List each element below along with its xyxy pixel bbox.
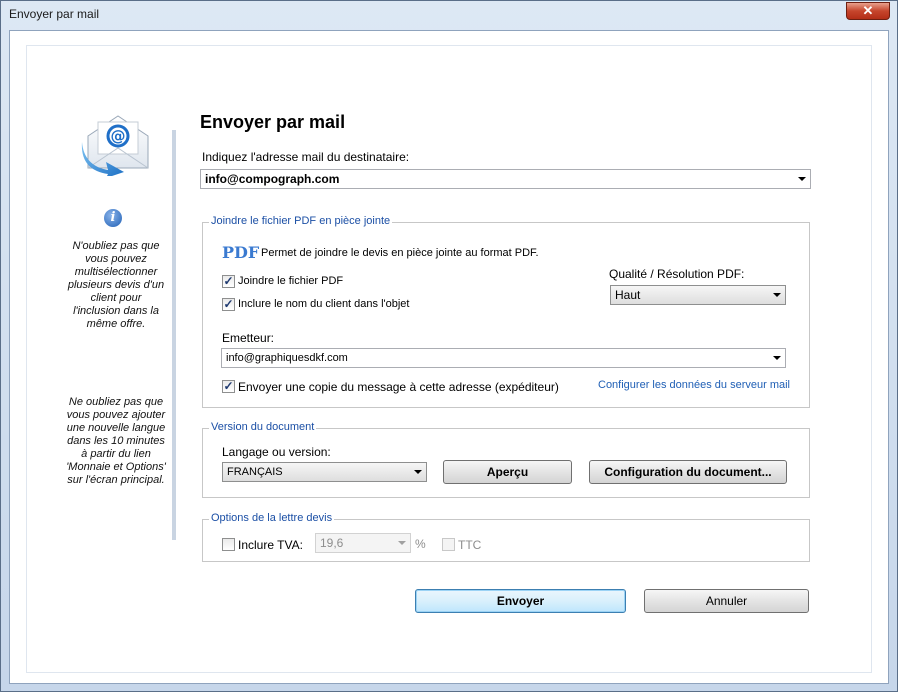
sidebar-divider: [172, 130, 176, 540]
chevron-down-icon[interactable]: [398, 541, 406, 545]
sender-combobox[interactable]: info@graphiquesdkf.com: [221, 348, 786, 368]
recipient-combobox[interactable]: info@compograph.com: [200, 169, 811, 189]
info-icon: i: [104, 209, 122, 227]
include-client-label: Inclure le nom du client dans l'objet: [238, 298, 410, 310]
send-copy-checkbox[interactable]: ✓: [222, 380, 235, 393]
sender-label: Emetteur:: [222, 331, 275, 345]
ttc-checkbox[interactable]: [442, 538, 455, 551]
chevron-down-icon[interactable]: [773, 356, 781, 360]
preview-button[interactable]: Aperçu: [443, 460, 572, 484]
tva-rate-select[interactable]: 19,6: [315, 533, 411, 553]
percent-sign: %: [415, 537, 426, 551]
chevron-down-icon[interactable]: [798, 177, 806, 181]
group-title: Joindre le fichier PDF en pièce jointe: [209, 215, 393, 227]
cancel-button[interactable]: Annuler: [644, 589, 809, 613]
include-tva-label: Inclure TVA:: [238, 538, 303, 552]
pdf-description: Permet de joindre le devis en pièce join…: [261, 247, 539, 259]
sidebar-note-multiselect: N'oubliez pas que vous pouvez multisélec…: [67, 240, 165, 330]
page-title: Envoyer par mail: [200, 112, 346, 132]
pdf-quality-select[interactable]: Haut: [610, 285, 786, 305]
language-select[interactable]: FRANÇAIS: [222, 462, 427, 482]
group-title: Version du document: [209, 421, 317, 433]
chevron-down-icon[interactable]: [414, 470, 422, 474]
configure-mail-server-link[interactable]: Configurer les données du serveur mail: [598, 379, 790, 391]
pdf-icon: PDF: [222, 243, 260, 262]
recipient-value: info@compograph.com: [205, 172, 340, 186]
ttc-label: TTC: [458, 538, 482, 552]
title-bar[interactable]: Envoyer par mail ✕: [1, 1, 897, 29]
attach-pdf-checkbox[interactable]: ✓: [222, 275, 235, 288]
include-tva-checkbox[interactable]: [222, 538, 235, 551]
close-button[interactable]: ✕: [846, 2, 890, 20]
recipient-label: Indiquez l'adresse mail du destinataire:: [202, 150, 410, 164]
attach-pdf-label: Joindre le fichier PDF: [238, 275, 344, 287]
mail-icon: @: [81, 115, 149, 176]
chevron-down-icon[interactable]: [773, 293, 781, 297]
window-title: Envoyer par mail: [9, 7, 100, 21]
sidebar-note-language: Ne oubliez pas que vous pouvez ajouter u…: [66, 396, 166, 486]
pdf-quality-label: Qualité / Résolution PDF:: [609, 267, 745, 281]
sender-value: info@graphiquesdkf.com: [226, 352, 348, 364]
tva-rate-value: 19,6: [320, 536, 344, 550]
send-copy-label: Envoyer une copie du message à cette adr…: [238, 380, 559, 394]
group-title: Options de la lettre devis: [209, 512, 335, 524]
send-button[interactable]: Envoyer: [415, 589, 626, 613]
language-label: Langage ou version:: [222, 445, 331, 459]
document-configuration-button[interactable]: Configuration du document...: [589, 460, 787, 484]
pdf-quality-value: Haut: [615, 288, 641, 302]
include-client-checkbox[interactable]: ✓: [222, 298, 235, 311]
svg-text:@: @: [111, 127, 126, 145]
language-value: FRANÇAIS: [227, 466, 283, 478]
